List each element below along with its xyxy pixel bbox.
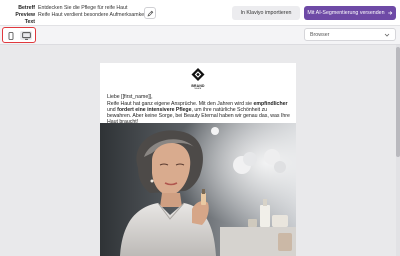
device-toggle [2,27,36,43]
browser-select-value: Browser [310,31,330,38]
pencil-icon [147,10,153,16]
mobile-icon [8,31,14,40]
subject-label: Betreff [18,5,35,11]
body-text-1: Reife Haut hat ganz eigene Ansprüche. Mi… [107,100,254,107]
diamond-logo-icon [191,68,205,81]
body-bold-1: empfindlicher [253,100,288,107]
meta-labels: Betreff Preview Text [4,5,35,26]
brand-logo: BRAND NAME [188,67,208,90]
brand-logo-text: BRAND NAME [188,84,208,90]
email-body-paragraph: Reife Haut hat ganz eigene Ansprüche. Mi… [107,101,291,126]
email-settings-header: Betreff Preview Text Entdecken Sie die P… [0,0,400,26]
edit-subject-button[interactable] [144,7,156,19]
body-text-2: und [107,106,118,113]
chevron-down-icon [384,33,390,37]
send-with-ai-segmentation-button[interactable]: Mit AI-Segmentierung versenden [304,6,396,20]
email-greeting: Liebe [[first_name]], [107,94,153,100]
send-button-label: Mit AI-Segmentierung versenden [307,10,385,16]
email-preview: BRAND NAME Liebe [[first_name]], Reife H… [100,63,296,256]
desktop-view-button[interactable] [20,31,32,40]
mobile-view-button[interactable] [5,31,17,40]
meta-values[interactable]: Entdecken Sie die Pflege für reife Haut … [38,5,147,19]
preview-text-value[interactable]: Reife Haut verdient besondere Aufmerksam… [38,12,147,19]
brand-logo-subtext: NAME [194,88,202,91]
desktop-icon [21,31,31,40]
body-bold-2: fordert eine intensivere Pflege [117,106,192,113]
subject-value[interactable]: Entdecken Sie die Pflege für reife Haut [38,5,147,12]
scrollbar-thumb[interactable] [396,47,400,157]
import-to-klaviyo-button[interactable]: In Klaviyo importieren [232,6,300,20]
arrow-right-icon [387,11,392,15]
preview-text-label: Preview Text [15,12,35,25]
browser-select[interactable]: Browser [304,28,396,41]
import-button-label: In Klaviyo importieren [240,10,292,16]
hero-image [100,123,296,256]
